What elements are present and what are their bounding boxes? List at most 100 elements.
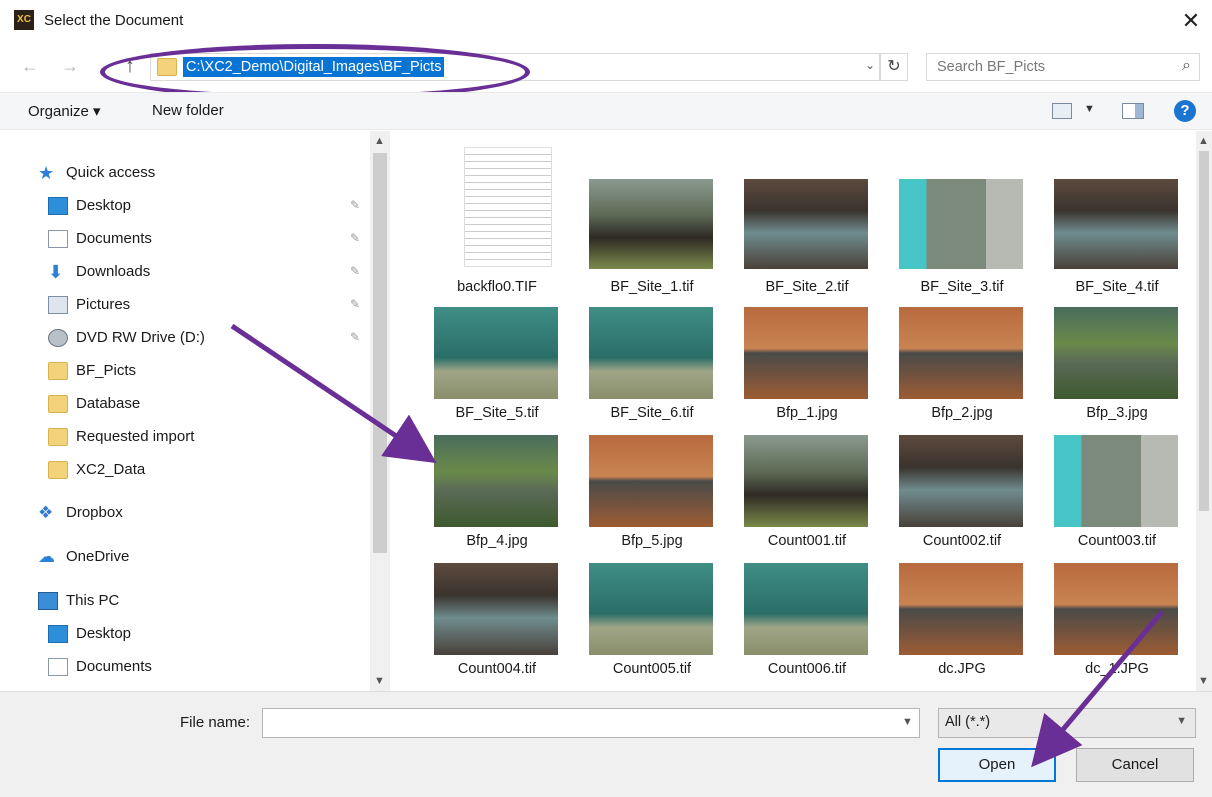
file-item[interactable]: BF_Site_6.tif	[577, 307, 727, 433]
nav-item[interactable]: Desktop	[0, 622, 370, 648]
cancel-button[interactable]: Cancel	[1076, 748, 1194, 782]
chevron-down-icon[interactable]: ⌄	[865, 58, 875, 72]
refresh-icon[interactable]: ↻	[880, 53, 908, 81]
image-thumbnail[interactable]	[589, 435, 713, 527]
folder-icon	[48, 395, 68, 413]
view-options-icon[interactable]	[1052, 103, 1072, 119]
image-thumbnail[interactable]	[1054, 307, 1178, 399]
nav-item[interactable]: Documents	[0, 655, 370, 681]
file-item[interactable]: backflo0.TIF	[422, 137, 572, 295]
file-item[interactable]: Count005.tif	[577, 563, 727, 689]
document-thumbnail[interactable]	[464, 147, 552, 267]
image-thumbnail[interactable]	[589, 179, 713, 269]
nav-item[interactable]: ★ Quick access	[0, 161, 370, 187]
nav-item[interactable]: ❖ Dropbox	[0, 501, 370, 527]
nav-item-label: Quick access	[66, 164, 156, 181]
file-item[interactable]: Count001.tif	[732, 435, 882, 561]
file-item[interactable]: Count004.tif	[422, 563, 572, 689]
open-button[interactable]: Open	[938, 748, 1056, 782]
file-item[interactable]: Count003.tif	[1042, 435, 1192, 561]
pin-icon[interactable]: ✎	[350, 330, 360, 344]
nav-item[interactable]: Pictures ✎	[0, 293, 370, 319]
nav-item[interactable]: ☁ OneDrive	[0, 545, 370, 571]
file-name: Bfp_3.jpg	[1086, 405, 1148, 421]
file-item[interactable]: BF_Site_4.tif	[1042, 137, 1192, 295]
image-thumbnail[interactable]	[899, 179, 1023, 269]
up-arrow-icon[interactable]: ↑	[118, 54, 142, 78]
window-title: Select the Document	[44, 12, 184, 29]
nav-item[interactable]: XC2_Data	[0, 458, 370, 484]
file-item[interactable]: dc.JPG	[887, 563, 1037, 689]
image-thumbnail[interactable]	[1054, 563, 1178, 655]
file-item[interactable]: Bfp_3.jpg	[1042, 307, 1192, 433]
file-list: backflo0.TIF BF_Site_1.tif BF_Site_2.tif BF…	[400, 131, 1196, 691]
nav-item[interactable]: Database	[0, 392, 370, 418]
pin-icon[interactable]: ✎	[350, 198, 360, 212]
app-icon: XC	[14, 10, 34, 30]
organize-button[interactable]: Organize ▾	[28, 102, 101, 120]
file-item[interactable]: Bfp_2.jpg	[887, 307, 1037, 433]
chevron-down-icon[interactable]: ▼	[374, 675, 385, 687]
file-type-select[interactable]: All (*.*) ▼	[938, 708, 1196, 738]
forward-arrow-icon[interactable]: →	[58, 54, 82, 78]
image-thumbnail[interactable]	[434, 307, 558, 399]
nav-item[interactable]: DVD RW Drive (D:) ✎	[0, 326, 370, 352]
pin-icon[interactable]: ✎	[350, 297, 360, 311]
image-thumbnail[interactable]	[434, 563, 558, 655]
pin-icon[interactable]: ✎	[350, 231, 360, 245]
image-thumbnail[interactable]	[899, 435, 1023, 527]
image-thumbnail[interactable]	[744, 435, 868, 527]
chevron-down-icon[interactable]: ▼	[1198, 675, 1209, 687]
close-icon[interactable]: ✕	[1176, 6, 1206, 36]
image-thumbnail[interactable]	[1054, 435, 1178, 527]
nav-item[interactable]: Documents ✎	[0, 227, 370, 253]
file-item[interactable]: dc_1.JPG	[1042, 563, 1192, 689]
file-item[interactable]: BF_Site_2.tif	[732, 137, 882, 295]
chevron-down-icon[interactable]: ▼	[902, 716, 913, 728]
search-input[interactable]: Search BF_Picts ⌕	[926, 53, 1200, 81]
file-name: BF_Site_5.tif	[455, 405, 539, 421]
address-bar[interactable]: C:\XC2_Demo\Digital_Images\BF_Picts ⌄	[150, 53, 880, 81]
scrollbar-thumb[interactable]	[373, 153, 387, 553]
documents-icon	[48, 658, 68, 676]
file-item[interactable]: Count006.tif	[732, 563, 882, 689]
nav-item[interactable]: Desktop ✎	[0, 194, 370, 220]
image-thumbnail[interactable]	[744, 563, 868, 655]
folder-icon	[48, 362, 68, 380]
scrollbar-thumb[interactable]	[1199, 151, 1209, 511]
file-item[interactable]: BF_Site_5.tif	[422, 307, 572, 433]
image-thumbnail[interactable]	[1054, 179, 1178, 269]
image-thumbnail[interactable]	[434, 435, 558, 527]
file-item[interactable]: Bfp_5.jpg	[577, 435, 727, 561]
back-arrow-icon[interactable]: ←	[18, 54, 42, 78]
pin-icon[interactable]: ✎	[350, 264, 360, 278]
file-name-input[interactable]	[262, 708, 920, 738]
nav-item[interactable]: ⬇ Downloads ✎	[0, 260, 370, 286]
image-thumbnail[interactable]	[589, 307, 713, 399]
search-icon[interactable]: ⌕	[1182, 57, 1191, 75]
file-item[interactable]: Count002.tif	[887, 435, 1037, 561]
nav-item[interactable]: Requested import	[0, 425, 370, 451]
nav-item[interactable]: BF_Picts	[0, 359, 370, 385]
file-list-scrollbar[interactable]: ▲ ▼	[1196, 131, 1212, 691]
chevron-down-icon[interactable]: ▼	[1084, 103, 1095, 115]
image-thumbnail[interactable]	[899, 563, 1023, 655]
nav-scrollbar[interactable]: ▲ ▼	[370, 131, 390, 691]
chevron-down-icon[interactable]: ▼	[1176, 715, 1187, 727]
nav-item[interactable]: This PC	[0, 589, 370, 615]
file-item[interactable]: Bfp_4.jpg	[422, 435, 572, 561]
help-icon[interactable]: ?	[1174, 100, 1196, 122]
image-thumbnail[interactable]	[744, 179, 868, 269]
chevron-up-icon[interactable]: ▲	[1198, 135, 1209, 147]
new-folder-button[interactable]: New folder	[152, 102, 224, 119]
file-item[interactable]: BF_Site_3.tif	[887, 137, 1037, 295]
file-item[interactable]: Bfp_1.jpg	[732, 307, 882, 433]
address-path[interactable]: C:\XC2_Demo\Digital_Images\BF_Picts	[183, 57, 445, 77]
image-thumbnail[interactable]	[744, 307, 868, 399]
chevron-up-icon[interactable]: ▲	[374, 135, 385, 147]
file-item[interactable]: BF_Site_1.tif	[577, 137, 727, 295]
file-name: Count001.tif	[767, 533, 847, 549]
image-thumbnail[interactable]	[899, 307, 1023, 399]
image-thumbnail[interactable]	[589, 563, 713, 655]
preview-pane-icon[interactable]	[1122, 103, 1144, 119]
